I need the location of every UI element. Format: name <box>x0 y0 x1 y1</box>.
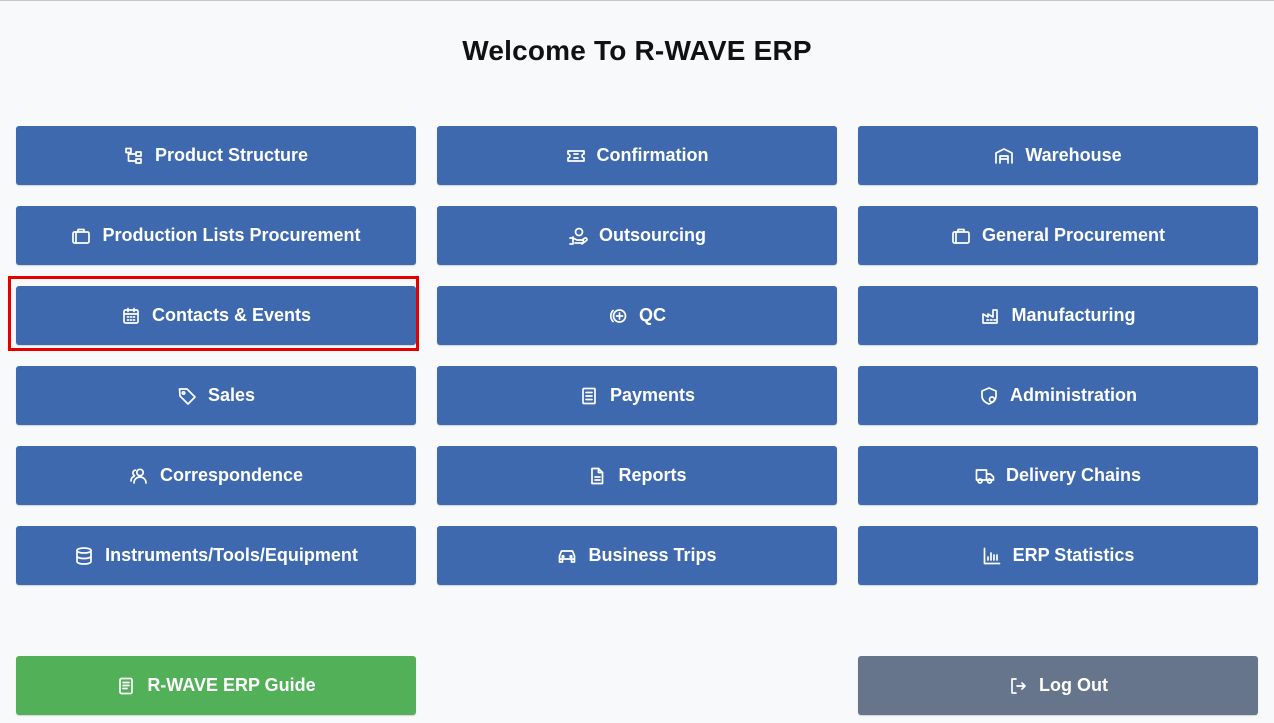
instruments-tools-equipment-label: Instruments/Tools/Equipment <box>105 545 358 565</box>
erp-statistics-label: ERP Statistics <box>1012 545 1135 565</box>
module-grid: Product Structure Confirmation Warehouse… <box>16 126 1258 585</box>
administration-label: Administration <box>1009 385 1137 405</box>
general-procurement-button[interactable]: General Procurement <box>858 206 1258 265</box>
erp-guide-button[interactable]: R-WAVE ERP Guide <box>16 656 416 715</box>
database-icon <box>74 546 94 566</box>
ticket-icon <box>566 146 586 166</box>
briefcase-icon <box>951 226 971 246</box>
sales-label: Sales <box>207 385 256 405</box>
users-icon <box>129 466 149 486</box>
logout-button[interactable]: Log Out <box>858 656 1258 715</box>
production-lists-procurement-button[interactable]: Production Lists Procurement <box>16 206 416 265</box>
factory-icon <box>981 306 1001 326</box>
product-structure-button[interactable]: Product Structure <box>16 126 416 185</box>
shield-icon <box>979 386 999 406</box>
tag-icon <box>177 386 197 406</box>
qc-button[interactable]: QC <box>437 286 837 345</box>
correspondence-button[interactable]: Correspondence <box>16 446 416 505</box>
book-icon <box>116 676 136 696</box>
delivery-chains-label: Delivery Chains <box>1005 465 1142 485</box>
production-lists-procurement-label: Production Lists Procurement <box>102 225 361 245</box>
qc-label: QC <box>639 305 666 325</box>
logout-icon <box>1008 676 1028 696</box>
payments-label: Payments <box>609 385 696 405</box>
document-icon <box>587 466 607 486</box>
general-procurement-label: General Procurement <box>981 225 1166 245</box>
bar-chart-icon <box>982 546 1002 566</box>
warehouse-button[interactable]: Warehouse <box>858 126 1258 185</box>
confirmation-label: Confirmation <box>596 145 709 165</box>
reports-label: Reports <box>618 465 687 485</box>
quality-control-icon <box>608 306 628 326</box>
car-icon <box>557 546 577 566</box>
administration-button[interactable]: Administration <box>858 366 1258 425</box>
hand-coin-icon <box>568 226 588 246</box>
sales-button[interactable]: Sales <box>16 366 416 425</box>
payments-button[interactable]: Payments <box>437 366 837 425</box>
outsourcing-button[interactable]: Outsourcing <box>437 206 837 265</box>
warehouse-label: Warehouse <box>1025 145 1122 165</box>
manufacturing-button[interactable]: Manufacturing <box>858 286 1258 345</box>
outsourcing-label: Outsourcing <box>599 225 706 245</box>
product-structure-label: Product Structure <box>154 145 309 165</box>
hierarchy-icon <box>124 146 144 166</box>
confirmation-button[interactable]: Confirmation <box>437 126 837 185</box>
briefcase-icon <box>71 226 91 246</box>
business-trips-label: Business Trips <box>588 545 717 565</box>
reports-button[interactable]: Reports <box>437 446 837 505</box>
erp-guide-label: R-WAVE ERP Guide <box>147 675 316 695</box>
manufacturing-label: Manufacturing <box>1011 305 1136 325</box>
delivery-chains-button[interactable]: Delivery Chains <box>858 446 1258 505</box>
contacts-events-label: Contacts & Events <box>151 305 312 325</box>
page-title: Welcome To R-WAVE ERP <box>462 35 812 66</box>
correspondence-label: Correspondence <box>159 465 304 485</box>
instruments-tools-equipment-button[interactable]: Instruments/Tools/Equipment <box>16 526 416 585</box>
receipt-icon <box>579 386 599 406</box>
truck-icon <box>975 466 995 486</box>
erp-statistics-button[interactable]: ERP Statistics <box>858 526 1258 585</box>
logout-label: Log Out <box>1039 675 1108 695</box>
contacts-events-button[interactable]: Contacts & Events <box>16 286 416 345</box>
calendar-icon <box>121 306 141 326</box>
business-trips-button[interactable]: Business Trips <box>437 526 837 585</box>
warehouse-icon <box>994 146 1014 166</box>
